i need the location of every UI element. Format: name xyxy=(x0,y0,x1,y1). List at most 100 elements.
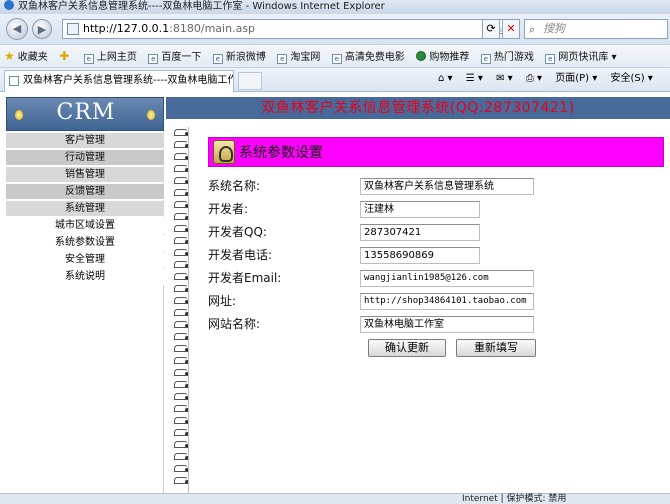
menu-city-region-settings[interactable]: 城市区域设置 xyxy=(6,218,164,234)
ie-icon xyxy=(4,0,14,10)
page-menu[interactable]: 页面(P) ▾ xyxy=(555,73,597,84)
spiral-ring xyxy=(172,475,192,485)
search-icon: ⌕ xyxy=(529,23,536,36)
spiral-ring xyxy=(172,403,192,413)
website-input[interactable]: http://shop34864101.taobao.com xyxy=(360,293,534,310)
favorite-link[interactable]: e 高清免费电影 xyxy=(328,47,409,67)
reset-button[interactable]: 重新填写 xyxy=(456,339,536,357)
system-banner: 双鱼林客户关系信息管理系统(QQ:287307421) xyxy=(166,97,670,119)
field-label: 开发者Email: xyxy=(208,271,282,285)
tab-active[interactable]: 双鱼林客户关系信息管理系统----双鱼林电脑工作... xyxy=(4,70,234,92)
globe-icon xyxy=(416,51,427,61)
print-button[interactable]: ⎙ ▾ xyxy=(526,73,542,84)
menu-label: 系统参数设置 xyxy=(55,237,115,248)
page-icon: e xyxy=(212,54,223,64)
system-name-input[interactable]: 双鱼林客户关系信息管理系统 xyxy=(360,178,534,195)
mail-button[interactable]: ✉ ▾ xyxy=(496,73,513,84)
forward-arrow-icon: ▶ xyxy=(37,23,47,36)
form-row-developer: 开发者: 汪建林 xyxy=(208,200,664,220)
spiral-ring xyxy=(172,151,192,161)
developer-email-input[interactable]: wangjianlin1985@126.com xyxy=(360,270,534,287)
spiral-ring xyxy=(172,307,192,317)
site-name-input[interactable]: 双鱼林电脑工作室 xyxy=(360,316,534,333)
forward-button[interactable]: ▶ xyxy=(32,19,52,39)
back-button[interactable]: ◀ xyxy=(6,18,28,40)
menu-label: 系统说明 xyxy=(65,271,105,282)
menu-system-management[interactable]: 系统管理 xyxy=(6,201,164,217)
add-favorite-icon: ✚ xyxy=(59,49,70,63)
menu-customer-management[interactable]: 客户管理 xyxy=(6,133,164,149)
address-input[interactable]: http://127.0.0.1:8180/main.asp ♨ ▾ xyxy=(62,19,520,39)
favorite-link[interactable]: e 百度一下 xyxy=(144,47,205,67)
favorite-link[interactable]: e 热门游戏 xyxy=(477,47,538,67)
spiral-ring xyxy=(172,235,192,245)
refresh-button[interactable]: ⟳ xyxy=(482,19,500,39)
command-bar: ⌂ ▾ ☰ ▾ ✉ ▾ ⎙ ▾ 页面(P) ▾ 安全(S) ▾ xyxy=(438,68,663,92)
menu-label: 系统管理 xyxy=(65,203,105,214)
spiral-ring xyxy=(172,211,192,221)
spiral-ring xyxy=(172,163,192,173)
developer-input[interactable]: 汪建林 xyxy=(360,201,480,218)
panel-header: 系统参数设置 xyxy=(208,137,664,167)
form-row-website: 网址: http://shop34864101.taobao.com xyxy=(208,292,664,312)
favorite-link-label: 上网主页 xyxy=(96,52,137,63)
url-host: http://127.0.0.1 xyxy=(83,22,170,35)
menu-action-management[interactable]: 行动管理 xyxy=(6,150,164,166)
stop-button[interactable]: ✕ xyxy=(502,19,520,39)
favorite-link-label: 百度一下 xyxy=(161,52,202,63)
developer-qq-input[interactable]: 287307421 xyxy=(360,224,480,241)
favorite-link[interactable]: e 淘宝网 xyxy=(273,47,324,67)
favorites-label: 收藏夹 xyxy=(17,52,48,63)
spiral-ring xyxy=(172,415,192,425)
spiral-ring xyxy=(172,259,192,269)
window-title-bar: 双鱼林客户关系信息管理系统----双鱼林电脑工作室 - Windows Inte… xyxy=(0,0,670,14)
favorite-link[interactable]: e 上网主页 xyxy=(80,47,141,67)
favorite-link[interactable]: e 网页快讯库 ▾ xyxy=(541,47,620,67)
settings-panel-icon xyxy=(213,140,235,164)
add-favorite-button[interactable]: ✚ xyxy=(55,45,76,67)
feeds-button[interactable]: ☰ ▾ xyxy=(466,73,483,84)
menu-security-management[interactable]: 安全管理 xyxy=(6,252,164,268)
developer-phone-input[interactable]: 13558690869 xyxy=(360,247,480,264)
field-label: 网址: xyxy=(208,294,237,308)
favorite-link[interactable]: e 新浪微博 xyxy=(209,47,270,67)
favorite-link[interactable]: 购物推荐 xyxy=(412,47,473,67)
window-title: 双鱼林客户关系信息管理系统----双鱼林电脑工作室 - Windows Inte… xyxy=(18,1,385,12)
field-label: 开发者: xyxy=(208,202,249,216)
confirm-update-button[interactable]: 确认更新 xyxy=(368,339,446,357)
spiral-ring xyxy=(172,127,192,137)
browser-content: CRM 客户管理 行动管理 销售管理 反馈管理 系统管理 城市区域设置 系统参数… xyxy=(0,93,670,493)
back-arrow-icon: ◀ xyxy=(12,22,22,35)
spiral-ring xyxy=(172,343,192,353)
form-row-site-name: 网站名称: 双鱼林电脑工作室 xyxy=(208,315,664,335)
spiral-ring xyxy=(172,247,192,257)
field-label: 开发者QQ: xyxy=(208,225,267,239)
page-icon: e xyxy=(148,54,159,64)
menu-system-description[interactable]: 系统说明 xyxy=(6,269,164,285)
menu-system-parameter-settings[interactable]: 系统参数设置 xyxy=(6,235,164,251)
notebook-spiral xyxy=(172,127,194,493)
spiral-ring xyxy=(172,439,192,449)
spiral-ring xyxy=(172,295,192,305)
lamp-icon xyxy=(147,110,155,120)
field-label: 系统名称: xyxy=(208,179,261,193)
page-icon xyxy=(9,76,19,86)
page-icon: e xyxy=(480,54,491,64)
spiral-ring xyxy=(172,175,192,185)
search-input[interactable]: ⌕ 搜狗 xyxy=(524,19,668,39)
safety-menu[interactable]: 安全(S) ▾ xyxy=(610,73,652,84)
menu-label: 城市区域设置 xyxy=(55,220,115,231)
spiral-ring xyxy=(172,271,192,281)
spiral-ring xyxy=(172,391,192,401)
menu-label: 销售管理 xyxy=(65,169,105,180)
home-button[interactable]: ⌂ ▾ xyxy=(438,73,453,84)
favorite-link-label: 购物推荐 xyxy=(429,52,470,63)
favorites-button[interactable]: ★ 收藏夹 xyxy=(0,45,52,67)
new-tab-button[interactable] xyxy=(238,72,262,90)
favorite-link-label: 淘宝网 xyxy=(290,52,321,63)
tab-bar: 双鱼林客户关系信息管理系统----双鱼林电脑工作... ⌂ ▾ ☰ ▾ ✉ ▾ … xyxy=(0,68,670,92)
page-icon: e xyxy=(331,54,342,64)
menu-feedback-management[interactable]: 反馈管理 xyxy=(6,184,164,200)
url-path: :8180/main.asp xyxy=(169,22,256,35)
menu-sales-management[interactable]: 销售管理 xyxy=(6,167,164,183)
